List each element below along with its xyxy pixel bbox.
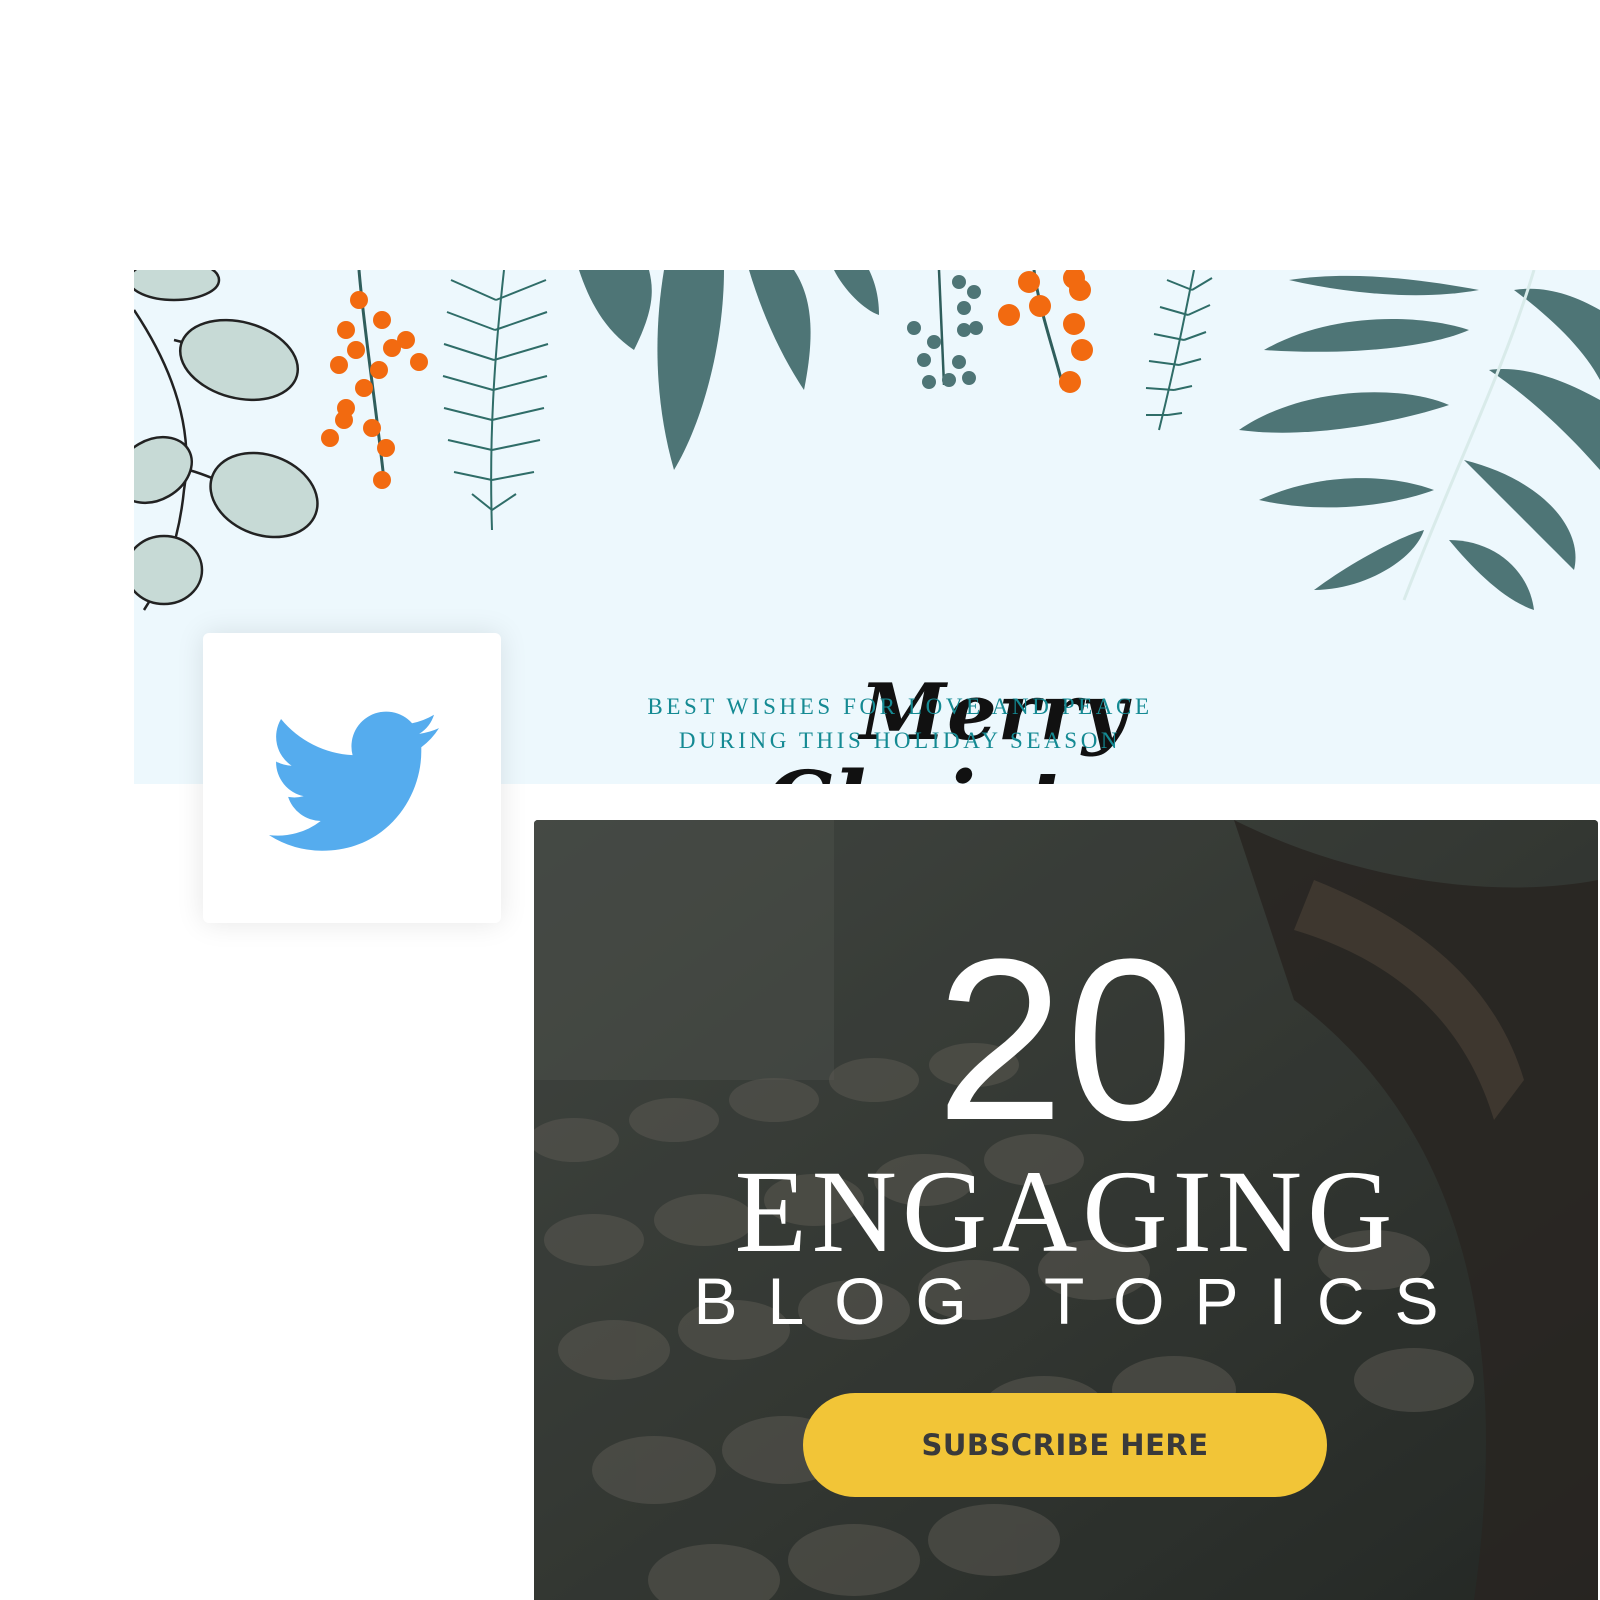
tagline-line2: DURING THIS HOLIDAY SEASON bbox=[678, 728, 1122, 753]
subscribe-button[interactable]: SUBSCRIBE HERE bbox=[803, 1393, 1327, 1497]
post-headline: ENGAGING bbox=[734, 1146, 1398, 1277]
profile-avatar-card[interactable] bbox=[203, 633, 501, 923]
red-berries-right bbox=[998, 270, 1093, 393]
dark-berries bbox=[907, 270, 983, 389]
post-subheadline: BLOG TOPICS bbox=[693, 1264, 1469, 1338]
tagline-line1: BEST WISHES FOR LOVE AND PEACE bbox=[647, 694, 1153, 719]
fern-left bbox=[442, 270, 549, 531]
dark-leaves-center bbox=[579, 270, 879, 470]
frond-right bbox=[1239, 270, 1600, 610]
post-count-number: 20 bbox=[936, 911, 1196, 1168]
red-berries-left bbox=[321, 270, 428, 489]
twitter-bird-icon bbox=[269, 711, 439, 851]
fern-right bbox=[1145, 270, 1213, 431]
greeting-line2: Christmas bbox=[764, 756, 1264, 785]
blog-post-card[interactable]: 20 ENGAGING BLOG TOPICS SUBSCRIBE HERE bbox=[534, 820, 1598, 1600]
pale-leaf-branch bbox=[134, 270, 319, 611]
banner-tagline: BEST WISHES FOR LOVE AND PEACE DURING TH… bbox=[540, 690, 1260, 758]
